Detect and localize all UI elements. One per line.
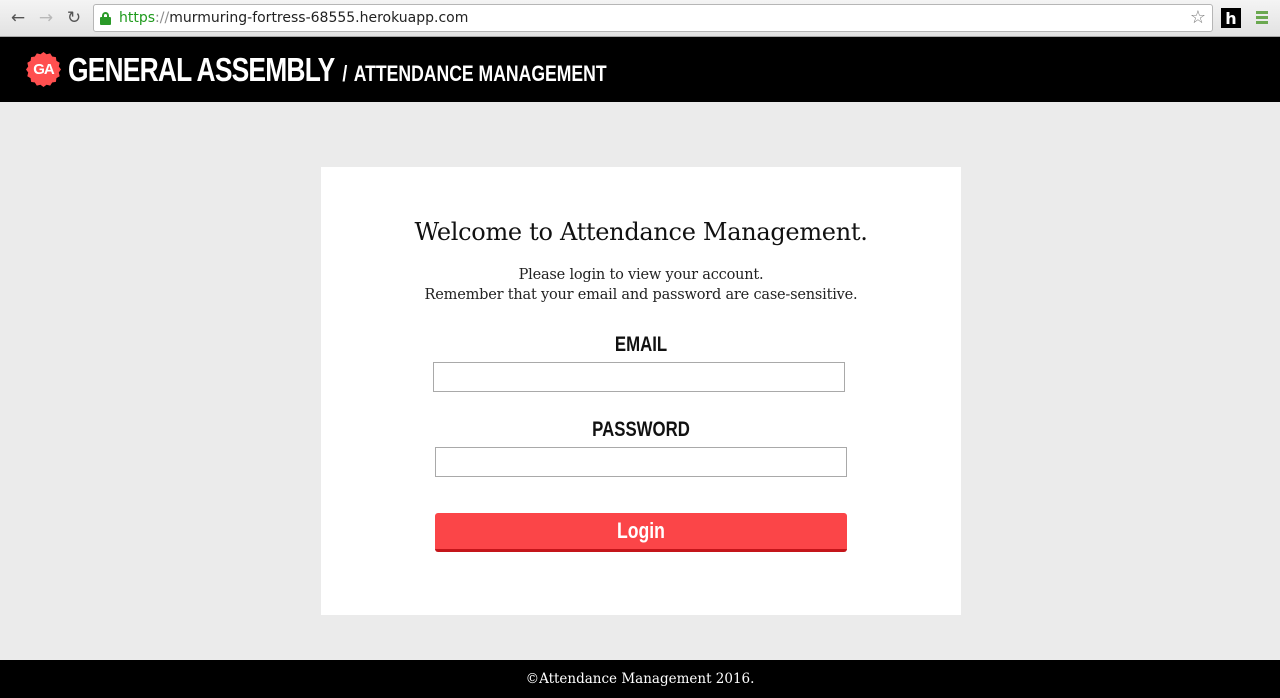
forward-arrow-icon[interactable]: → xyxy=(36,8,56,28)
brand-title: GENERAL ASSEMBLY / ATTENDANCE MANAGEMENT xyxy=(68,51,607,89)
brand-name[interactable]: GENERAL ASSEMBLY xyxy=(68,51,335,89)
ga-logo[interactable]: GA xyxy=(26,52,61,87)
brand-slash: / xyxy=(342,60,348,86)
email-field[interactable] xyxy=(433,362,845,392)
logo-text: GA xyxy=(33,61,55,78)
password-label: PASSWORD xyxy=(592,418,690,441)
email-label: EMAIL xyxy=(614,333,668,356)
app-subtitle: ATTENDANCE MANAGEMENT xyxy=(353,60,607,86)
reload-icon[interactable]: ↻ xyxy=(64,8,84,28)
copyright-text: ©Attendance Management 2016. xyxy=(525,671,755,687)
login-button[interactable]: Login xyxy=(435,513,847,552)
login-instructions: Please login to view your account. xyxy=(518,267,764,283)
login-button-label: Login xyxy=(617,518,665,543)
site-header: GA GENERAL ASSEMBLY / ATTENDANCE MANAGEM… xyxy=(0,37,1280,102)
case-sensitive-note: Remember that your email and password ar… xyxy=(424,287,858,303)
back-arrow-icon[interactable]: ← xyxy=(8,8,28,28)
menu-icon[interactable] xyxy=(1256,11,1268,25)
lock-icon xyxy=(100,11,111,25)
browser-toolbar: ← → ↻ https://murmuring-fortress-68555.h… xyxy=(0,0,1280,37)
address-bar[interactable]: https://murmuring-fortress-68555.herokua… xyxy=(93,4,1213,32)
extension-icon[interactable]: h xyxy=(1221,8,1241,28)
login-card: Welcome to Attendance Management. Please… xyxy=(321,167,961,615)
url-text[interactable]: https://murmuring-fortress-68555.herokua… xyxy=(119,10,468,26)
bookmark-star-icon[interactable]: ☆ xyxy=(1190,7,1206,28)
site-footer: ©Attendance Management 2016. xyxy=(0,660,1280,698)
password-field[interactable] xyxy=(435,447,847,477)
page-title: Welcome to Attendance Management. xyxy=(414,218,868,246)
